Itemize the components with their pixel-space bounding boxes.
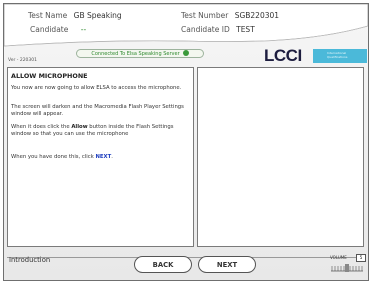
version-label: Ver - 220301 [8, 58, 38, 63]
volume-thumb[interactable] [345, 264, 349, 272]
candidate-id-label: Candidate ID [181, 25, 230, 34]
panel-title: ALLOW MICROPHONE [11, 72, 88, 80]
volume-control[interactable]: VOLUME 5 [328, 253, 366, 275]
candidate: Candidate -- [30, 25, 86, 34]
para3-text-a: When it does click the [11, 124, 72, 130]
logo-tagline-2: Qualifications [327, 55, 348, 59]
candidate-id: Candidate ID TEST [181, 25, 255, 34]
connection-status-text: Connected To Elsa Speaking Server [91, 51, 180, 57]
connection-status: Connected To Elsa Speaking Server [76, 49, 204, 58]
app-window: Test Name GB Speaking Test Number SGB220… [3, 3, 369, 281]
section-label: Introduction [9, 256, 51, 264]
instruction-para-3: When it does click the Allow button insi… [11, 124, 189, 138]
logo-tagline-box: International Qualifications [313, 49, 367, 63]
instruction-para-1: You now are now going to allow ELSA to a… [11, 85, 182, 91]
para4-text-c: . [111, 154, 113, 160]
volume-label: VOLUME [330, 255, 347, 260]
candidate-value: -- [80, 25, 87, 34]
volume-slider[interactable] [330, 263, 364, 273]
volume-value: 5 [356, 254, 366, 262]
test-name: Test Name GB Speaking [28, 11, 122, 20]
test-number: Test Number SGB220301 [181, 11, 279, 20]
para4-text-a: When you have done this, click [11, 154, 96, 160]
instructions-panel: ALLOW MICROPHONE You now are now going t… [7, 67, 194, 247]
instruction-para-4: When you have done this, click NEXT. [11, 154, 189, 161]
candidate-id-value: TEST [236, 25, 255, 34]
next-word: NEXT [95, 154, 112, 160]
allow-word: Allow [71, 124, 88, 130]
next-button[interactable]: NEXT [198, 256, 256, 273]
test-number-label: Test Number [181, 11, 229, 20]
candidate-label: Candidate [30, 25, 69, 34]
connected-icon [182, 49, 189, 56]
test-name-label: Test Name [28, 11, 68, 20]
back-button[interactable]: BACK [134, 256, 192, 273]
header: Test Name GB Speaking Test Number SGB220… [4, 4, 368, 65]
instruction-para-2: The screen will darken and the Macromedi… [11, 104, 184, 117]
content-panel [197, 67, 364, 247]
test-number-value: SGB220301 [234, 11, 280, 20]
test-name-value: GB Speaking [73, 11, 122, 20]
lcci-logo: LCCI [264, 46, 302, 65]
